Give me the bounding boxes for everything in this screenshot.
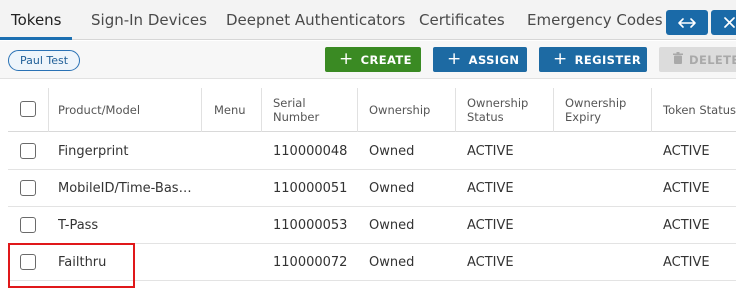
register-button[interactable]: + REGISTER (539, 47, 647, 72)
tab-bar: Tokens Sign-In Devices Deepnet Authentic… (0, 0, 736, 40)
cell-ownership-status: ACTIVE (467, 218, 514, 233)
tab-deepnet-authenticators[interactable]: Deepnet Authenticators (226, 0, 405, 40)
cell-ownership-expiry (565, 133, 649, 170)
cell-menu (214, 170, 259, 207)
column-divider (553, 88, 554, 132)
assign-label: ASSIGN (468, 52, 520, 67)
delete-label: DELETE (689, 52, 736, 67)
column-divider (201, 88, 202, 132)
cell-serial: 110000053 (273, 218, 348, 233)
header-ownership[interactable]: Ownership (369, 88, 449, 132)
header-token-status[interactable]: Token Status (663, 88, 736, 132)
plus-icon: + (553, 49, 568, 69)
header-serial-number[interactable]: Serial Number (273, 88, 337, 132)
tab-sign-in-devices[interactable]: Sign-In Devices (91, 0, 207, 40)
table-header: Product/Model Menu Serial Number Ownersh… (8, 88, 736, 132)
user-chip[interactable]: Paul Test (8, 50, 81, 71)
cell-menu (214, 244, 259, 281)
tab-certificates[interactable]: Certificates (419, 0, 505, 40)
toolbar: Paul Test + CREATE + ASSIGN + REGISTER D… (0, 41, 736, 79)
table-row[interactable]: Fingerprint 110000048 Owned ACTIVE ACTIV… (8, 133, 736, 170)
table-row[interactable]: MobileID/Time-Bas… 110000051 Owned ACTIV… (8, 170, 736, 207)
row-checkbox[interactable] (20, 217, 36, 233)
delete-button[interactable]: DELETE (659, 47, 736, 72)
header-ownership-expiry[interactable]: Ownership Expiry (565, 88, 645, 132)
header-ownership-status[interactable]: Ownership Status (467, 88, 547, 132)
tab-emergency-codes[interactable]: Emergency Codes (527, 0, 663, 40)
column-divider (261, 88, 262, 132)
cell-product: MobileID/Time-Bas… (58, 181, 192, 196)
cell-product: T-Pass (58, 218, 99, 233)
highlight-box (8, 243, 135, 288)
cell-ownership: Owned (369, 144, 415, 159)
cell-ownership-expiry (565, 170, 649, 207)
cell-menu (214, 133, 259, 170)
header-menu[interactable]: Menu (214, 88, 259, 132)
plus-icon: + (447, 49, 462, 69)
table-row[interactable]: T-Pass 110000053 Owned ACTIVE ACTIVE (8, 207, 736, 244)
trash-icon (673, 52, 683, 67)
cell-ownership-status: ACTIVE (467, 181, 514, 196)
expand-button[interactable] (666, 10, 708, 35)
cell-serial: 110000072 (273, 255, 348, 270)
cell-ownership-status: ACTIVE (467, 255, 514, 270)
cell-token-status: ACTIVE (663, 255, 710, 270)
cell-ownership: Owned (369, 218, 415, 233)
register-label: REGISTER (574, 52, 642, 67)
create-label: CREATE (360, 52, 412, 67)
cell-ownership-expiry (565, 244, 649, 281)
left-right-arrow-icon (678, 17, 696, 28)
active-tab-indicator (0, 37, 72, 40)
cell-ownership: Owned (369, 255, 415, 270)
cell-serial: 110000051 (273, 181, 348, 196)
column-divider (357, 88, 358, 132)
select-all-checkbox[interactable] (20, 101, 36, 117)
header-product-model[interactable]: Product/Model (58, 88, 198, 132)
create-button[interactable]: + CREATE (325, 47, 421, 72)
assign-button[interactable]: + ASSIGN (433, 47, 527, 72)
close-icon (723, 17, 735, 28)
close-button[interactable] (711, 10, 736, 35)
cell-token-status: ACTIVE (663, 218, 710, 233)
cell-ownership-status: ACTIVE (467, 144, 514, 159)
cell-token-status: ACTIVE (663, 181, 710, 196)
cell-menu (214, 207, 259, 244)
cell-serial: 110000048 (273, 144, 348, 159)
tab-tokens[interactable]: Tokens (11, 0, 62, 40)
column-divider (455, 88, 456, 132)
row-checkbox[interactable] (20, 143, 36, 159)
column-divider (651, 88, 652, 132)
cell-ownership: Owned (369, 181, 415, 196)
column-divider (48, 88, 49, 132)
plus-icon: + (339, 49, 354, 69)
cell-ownership-expiry (565, 207, 649, 244)
cell-token-status: ACTIVE (663, 144, 710, 159)
row-checkbox[interactable] (20, 180, 36, 196)
cell-product: Fingerprint (58, 144, 129, 159)
